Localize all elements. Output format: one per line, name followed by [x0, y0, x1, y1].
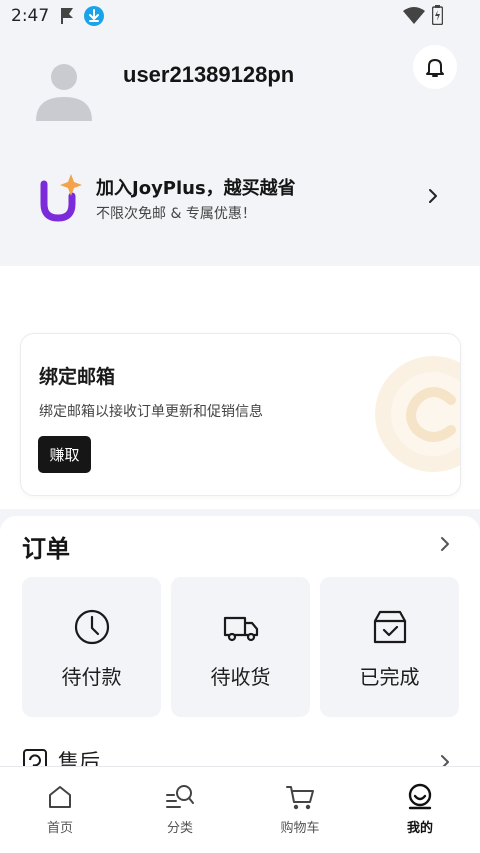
category-search-icon	[166, 785, 194, 808]
orders-section: 订单 待付款 待收货 已完成 售后	[0, 516, 480, 776]
notification-button[interactable]	[413, 45, 457, 89]
bind-email-card: 绑定邮箱 绑定邮箱以接收订单更新和促销信息 赚取	[20, 333, 461, 496]
battery-icon	[432, 5, 443, 25]
order-tile-completed[interactable]: 已完成	[320, 577, 459, 717]
orders-title: 订单	[22, 535, 70, 563]
nav-label: 购物车	[280, 821, 320, 836]
home-icon	[49, 786, 71, 808]
coin-decoration-icon	[375, 356, 460, 472]
nav-label: 我的	[406, 821, 433, 836]
bind-email-description: 绑定邮箱以接收订单更新和促销信息	[39, 404, 263, 420]
nav-label: 分类	[166, 821, 193, 836]
order-tile-label: 待付款	[61, 665, 122, 689]
chevron-right-icon	[429, 189, 437, 203]
nav-cart[interactable]: 购物车	[240, 767, 360, 853]
nav-home[interactable]: 首页	[0, 767, 120, 853]
joyplus-title: 加入JoyPlus，越买越省	[96, 178, 296, 199]
joyplus-banner[interactable]: 加入JoyPlus，越买越省 不限次免邮 & 专属优惠！	[40, 168, 450, 230]
me-icon	[408, 783, 432, 810]
order-tile-pending-receipt[interactable]: 待收货	[171, 577, 310, 717]
order-tile-label: 待收货	[210, 665, 271, 689]
bind-email-title: 绑定邮箱	[39, 366, 116, 388]
bell-icon	[426, 59, 444, 77]
box-check-icon	[373, 610, 406, 644]
joyplus-subtitle: 不限次免邮 & 专属优惠！	[96, 206, 256, 222]
username: user21389128pn	[123, 62, 295, 87]
notification-flag-icon	[61, 8, 73, 24]
nav-category[interactable]: 分类	[120, 767, 240, 853]
nav-label: 首页	[46, 821, 73, 836]
wifi-icon	[403, 7, 425, 24]
nav-me[interactable]: 我的	[360, 767, 480, 853]
order-tile-label: 已完成	[359, 665, 420, 689]
status-time: 2:47	[11, 6, 50, 26]
cart-icon	[286, 786, 314, 810]
download-icon	[84, 6, 104, 26]
status-bar: 2:47	[0, 0, 480, 32]
bottom-nav: 首页 分类 购物车 我的	[0, 766, 480, 853]
truck-icon	[223, 616, 258, 642]
chevron-right-icon[interactable]	[440, 536, 450, 552]
joyplus-logo-icon	[40, 174, 82, 222]
avatar[interactable]	[36, 63, 92, 123]
clock-icon	[74, 609, 109, 645]
earn-button[interactable]: 赚取	[38, 436, 91, 473]
order-tile-pending-payment[interactable]: 待付款	[22, 577, 161, 717]
me-page: 2:47 user21389128pn 加入JoyPlus，越买越省 不限次免邮…	[0, 0, 480, 853]
